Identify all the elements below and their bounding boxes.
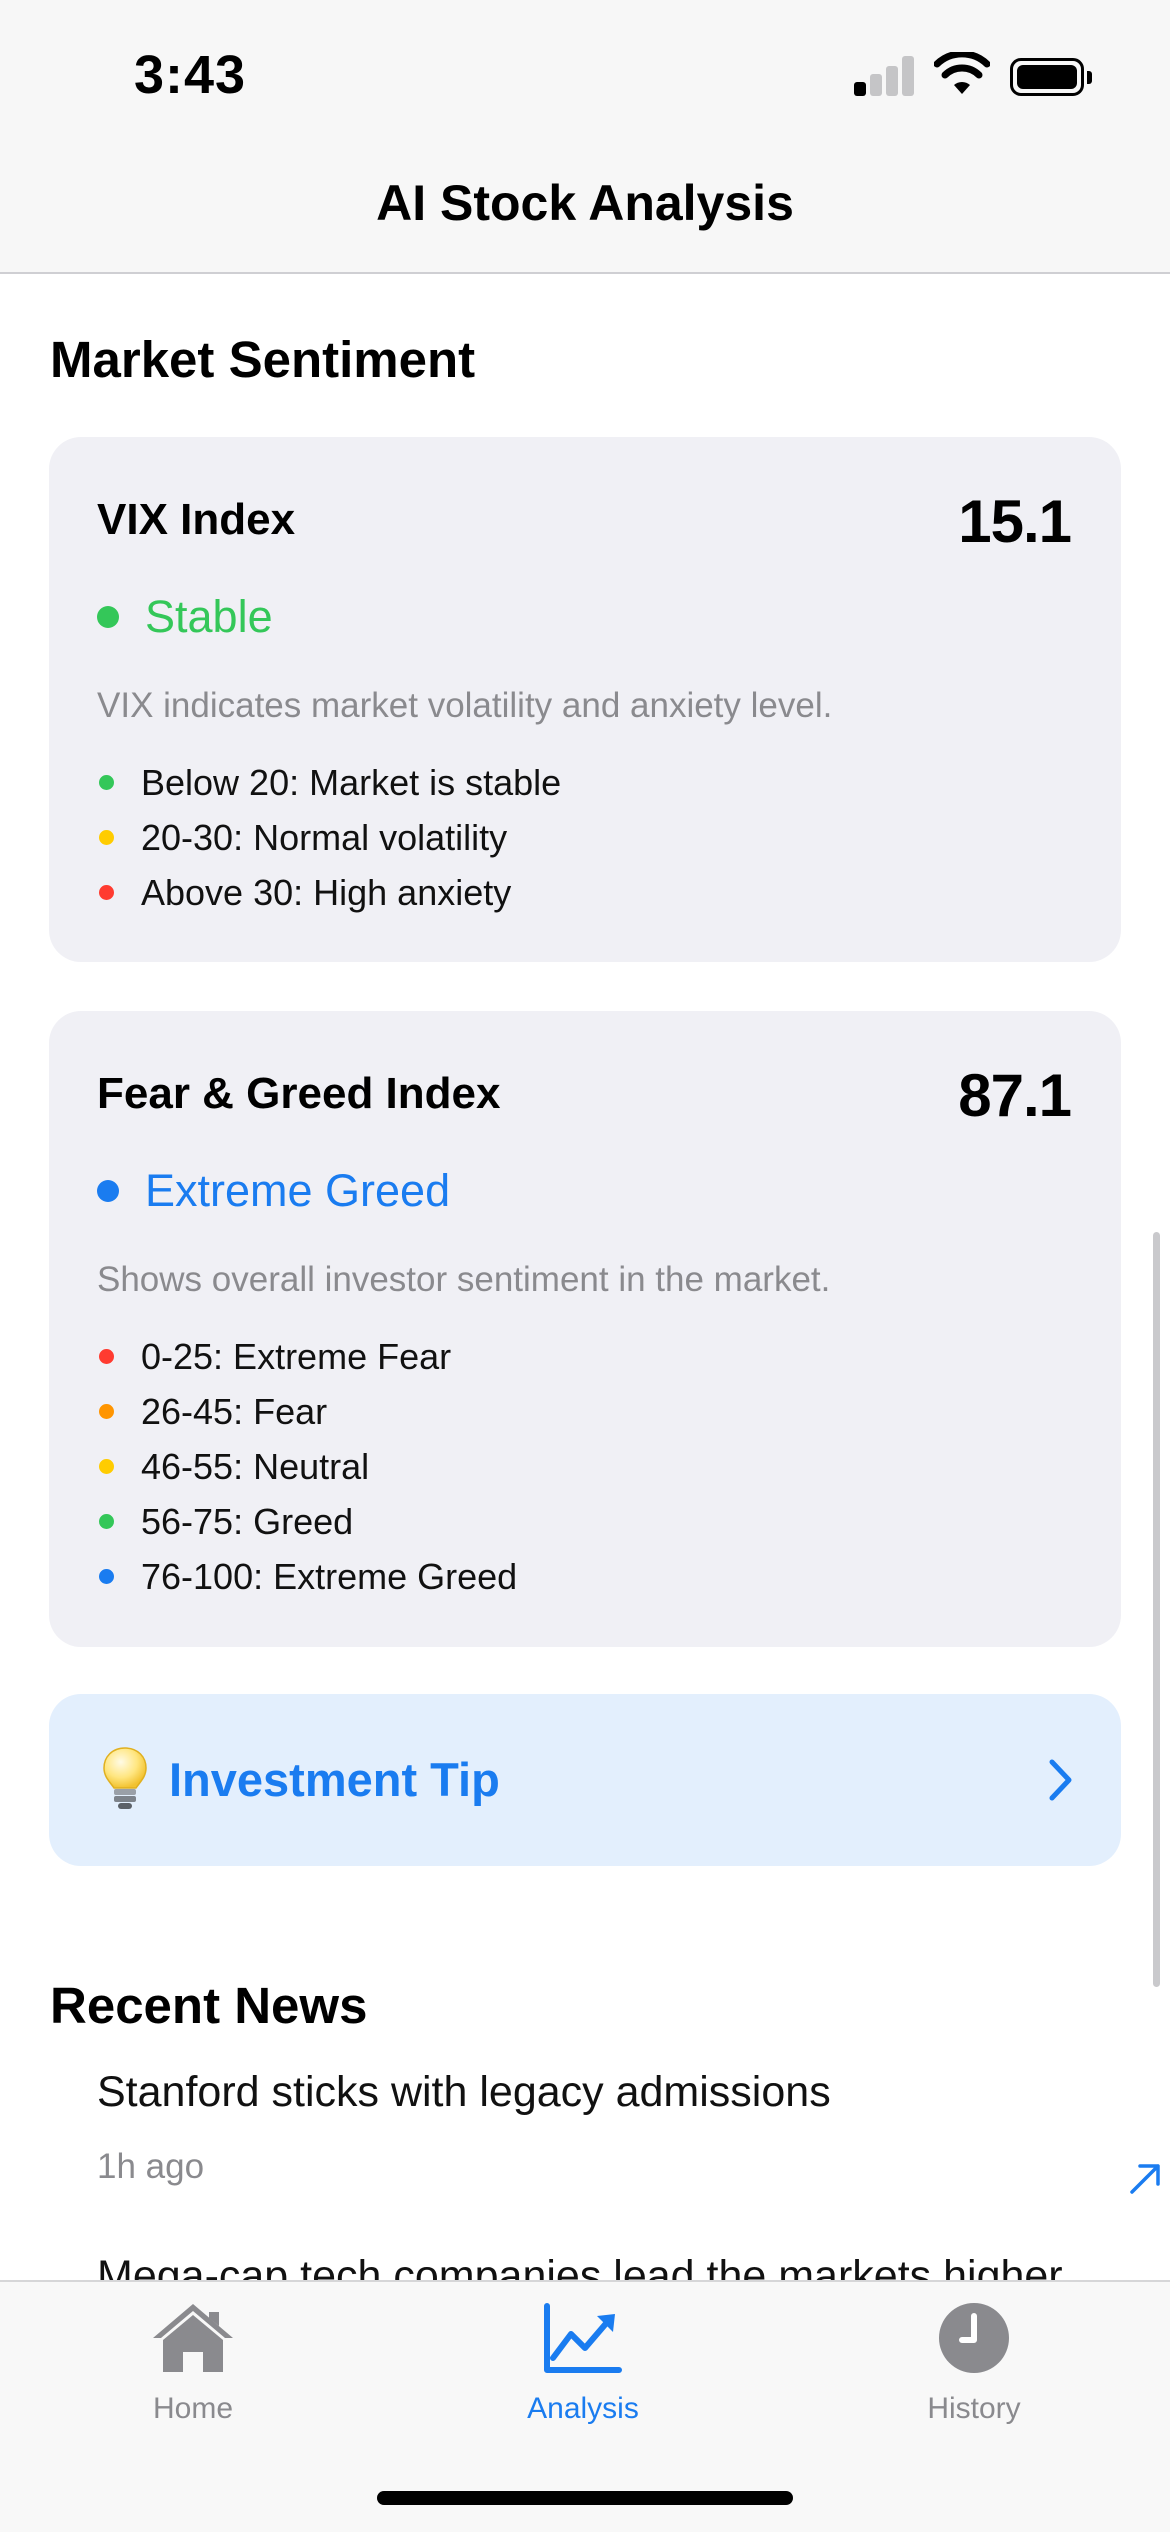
news-item[interactable]: Stanford sticks with legacy admissions 1… xyxy=(97,2068,1170,2194)
vix-status: Stable xyxy=(97,591,273,643)
scroll-indicator[interactable] xyxy=(1153,1232,1160,1987)
tab-label: Analysis xyxy=(527,2392,639,2425)
investment-tip-button[interactable]: Investment Tip xyxy=(49,1694,1121,1866)
screen: 3:43 AI Stock Analysis Market Sentiment … xyxy=(0,0,1170,2532)
chevron-right-icon xyxy=(1049,1759,1072,1801)
recent-news-heading: Recent News xyxy=(50,1977,368,2034)
lightbulb-icon xyxy=(103,1747,147,1809)
legend-label: Above 30: High anxiety xyxy=(141,871,512,913)
fear-greed-value: 87.1 xyxy=(958,1062,1072,1129)
legend-label: 20-30: Normal volatility xyxy=(141,816,508,858)
legend-label: 46-55: Neutral xyxy=(141,1445,370,1487)
clock-icon xyxy=(939,2303,1009,2373)
legend-label: 56-75: Greed xyxy=(141,1500,354,1542)
investment-tip-label: Investment Tip xyxy=(169,1753,500,1806)
fear-greed-status: Extreme Greed xyxy=(97,1165,450,1217)
arrow-up-right-icon[interactable] xyxy=(1128,2162,1162,2196)
vix-legend: Below 20: Market is stable 20-30: Normal… xyxy=(97,755,561,920)
vix-legend-item: Below 20: Market is stable xyxy=(97,755,561,810)
news-headline: Stanford sticks with legacy admissions xyxy=(97,2068,831,2116)
market-sentiment-heading: Market Sentiment xyxy=(50,331,476,388)
legend-dot xyxy=(99,885,114,900)
legend-label: 0-25: Extreme Fear xyxy=(141,1335,452,1377)
legend-dot xyxy=(99,1459,114,1474)
legend-dot xyxy=(99,1514,114,1529)
vix-status-dot xyxy=(97,606,119,628)
vix-description: VIX indicates market volatility and anxi… xyxy=(97,686,833,725)
battery-icon xyxy=(1010,58,1092,96)
legend-dot xyxy=(99,1349,114,1364)
legend-label: 76-100: Extreme Greed xyxy=(141,1555,518,1597)
fear-greed-legend-item: 56-75: Greed xyxy=(97,1494,517,1549)
fear-greed-card: Fear & Greed Index 87.1 Extreme Greed Sh… xyxy=(49,1011,1121,1647)
fear-greed-status-text: Extreme Greed xyxy=(145,1165,451,1216)
vix-title: VIX Index xyxy=(97,495,296,544)
fear-greed-status-dot xyxy=(97,1180,119,1202)
legend-dot xyxy=(99,775,114,790)
wifi-icon xyxy=(934,52,990,94)
tab-history[interactable]: History xyxy=(844,2282,1104,2442)
fear-greed-legend-item: 76-100: Extreme Greed xyxy=(97,1549,517,1604)
vix-status-text: Stable xyxy=(145,591,273,642)
legend-dot xyxy=(99,1404,114,1419)
fear-greed-legend-item: 46-55: Neutral xyxy=(97,1439,517,1494)
chart-line-icon xyxy=(544,2303,622,2373)
vix-card: VIX Index 15.1 Stable VIX indicates mark… xyxy=(49,437,1121,962)
legend-label: Below 20: Market is stable xyxy=(141,761,562,803)
fear-greed-title: Fear & Greed Index xyxy=(97,1069,501,1118)
vix-legend-item: 20-30: Normal volatility xyxy=(97,810,561,865)
legend-dot xyxy=(99,1569,114,1584)
vix-legend-item: Above 30: High anxiety xyxy=(97,865,561,920)
vix-value: 15.1 xyxy=(958,488,1072,555)
legend-dot xyxy=(99,830,114,845)
fear-greed-legend-item: 26-45: Fear xyxy=(97,1384,517,1439)
nav-title: AI Stock Analysis xyxy=(376,175,794,231)
legend-label: 26-45: Fear xyxy=(141,1390,328,1432)
tab-home[interactable]: Home xyxy=(63,2282,323,2442)
tab-label: Home xyxy=(152,2392,234,2425)
tab-analysis[interactable]: Analysis xyxy=(453,2282,713,2442)
status-time: 3:43 xyxy=(134,45,247,105)
fear-greed-legend: 0-25: Extreme Fear 26-45: Fear 46-55: Ne… xyxy=(97,1329,517,1604)
fear-greed-description: Shows overall investor sentiment in the … xyxy=(97,1260,831,1299)
house-icon xyxy=(153,2304,233,2372)
news-time: 1h ago xyxy=(97,2147,205,2186)
cellular-signal-icon xyxy=(854,56,914,96)
home-indicator[interactable] xyxy=(377,2491,793,2505)
top-bar: 3:43 AI Stock Analysis xyxy=(0,0,1170,274)
fear-greed-legend-item: 0-25: Extreme Fear xyxy=(97,1329,517,1384)
tab-label: History xyxy=(927,2392,1021,2425)
